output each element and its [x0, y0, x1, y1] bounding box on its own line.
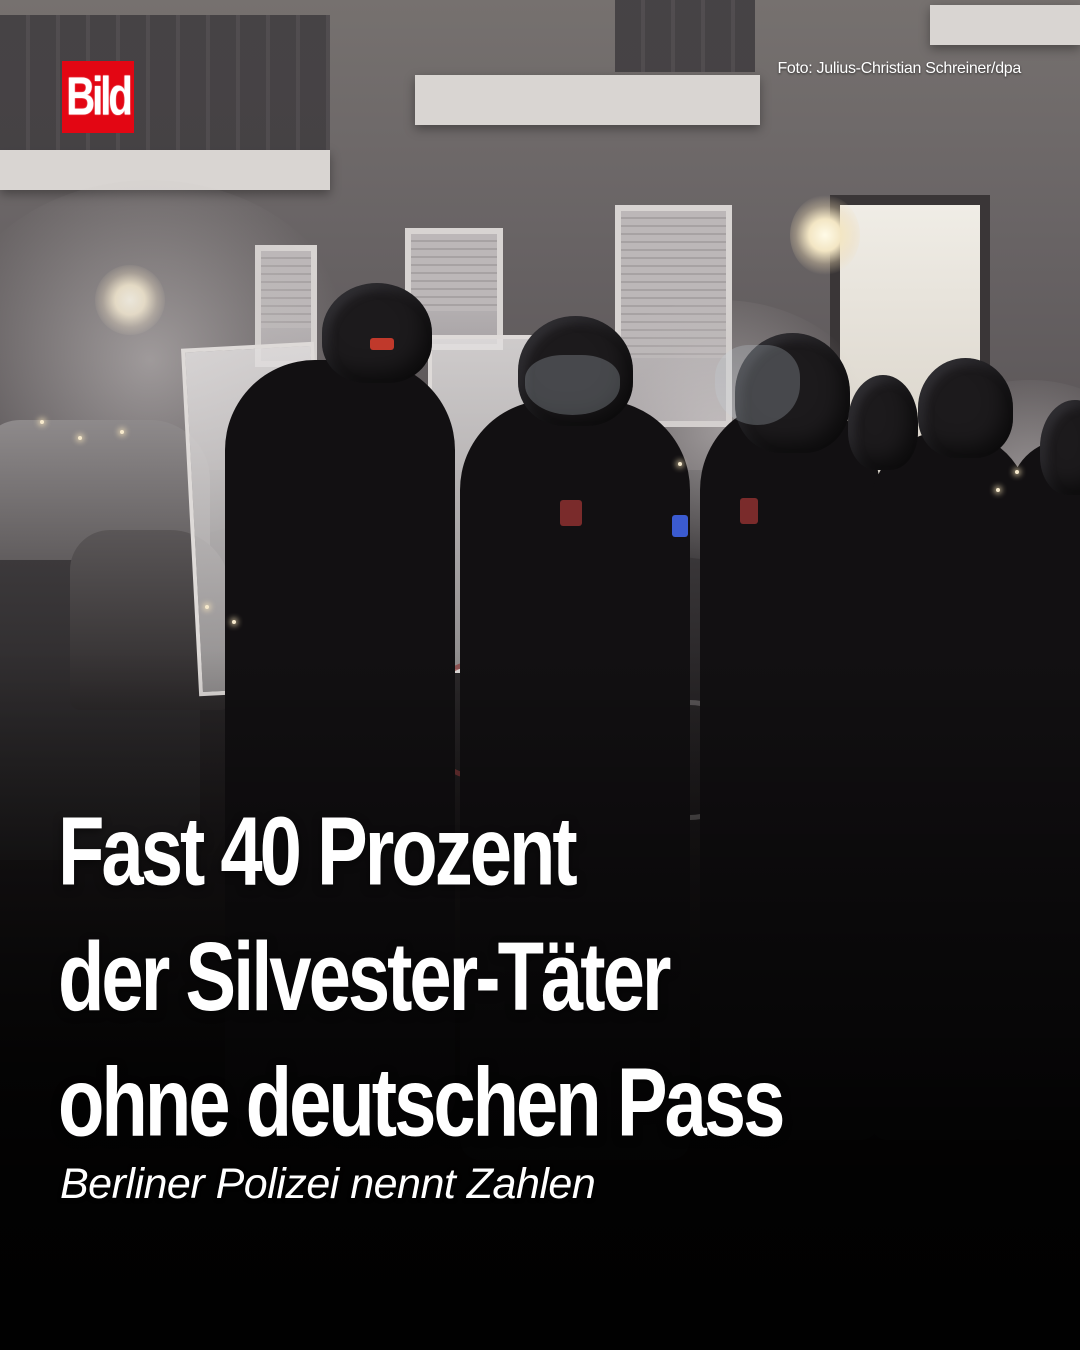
firework-spark	[678, 462, 682, 466]
firework-spark	[996, 488, 1000, 492]
headline-line: ohne deutschen Pass	[58, 1048, 785, 1158]
firework-spark	[205, 605, 209, 609]
police-helmet	[322, 283, 432, 383]
helmet-visor	[715, 345, 800, 425]
firework-spark	[232, 620, 236, 624]
post-canvas: Bild Foto: Julius-Christian Schreiner/dp…	[0, 0, 1080, 1350]
firework-spark	[1015, 470, 1019, 474]
subline: Berliner Polizei nennt Zahlen	[60, 1160, 596, 1208]
headline-line: Fast 40 Prozent	[58, 797, 578, 907]
bild-logo: Bild	[62, 61, 134, 133]
firework-spark	[120, 430, 124, 434]
helmet-visor	[525, 355, 620, 415]
balcony	[930, 5, 1080, 45]
police-helmet	[918, 358, 1013, 458]
sleeve-badge	[672, 515, 688, 537]
bild-logo-text: Bild	[66, 67, 133, 127]
balcony	[415, 75, 760, 125]
firework-spark	[78, 436, 82, 440]
headline: Fast 40 Prozent der Silvester-Täter ohne…	[58, 790, 1038, 1166]
firework-spark	[40, 420, 44, 424]
shoulder-patch	[560, 500, 582, 526]
shoulder-patch	[370, 338, 394, 350]
balcony-railing	[0, 15, 330, 150]
photo-credit: Foto: Julius-Christian Schreiner/dpa	[777, 60, 1021, 77]
shoulder-patch	[740, 498, 758, 524]
wall-lamp	[790, 195, 860, 275]
balcony-railing	[615, 0, 755, 72]
headline-line: der Silvester-Täter	[58, 923, 671, 1032]
police-helmet	[848, 375, 918, 470]
